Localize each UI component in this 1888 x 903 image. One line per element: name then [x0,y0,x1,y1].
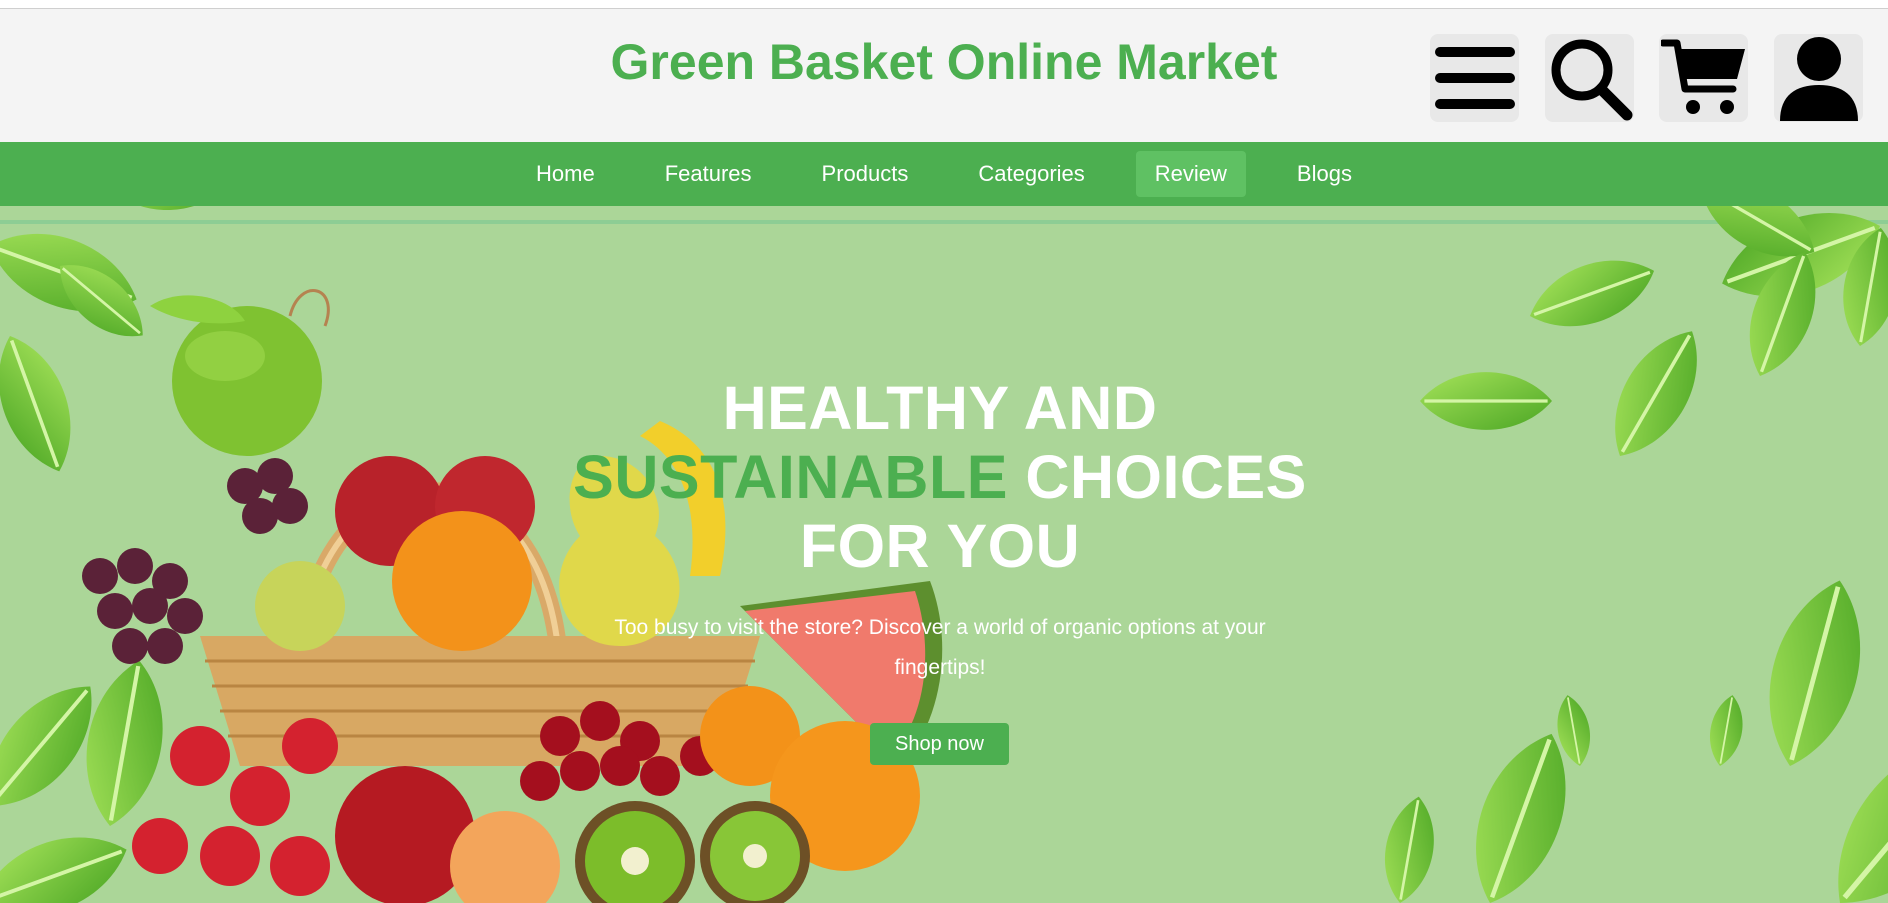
menu-button[interactable] [1430,34,1519,122]
hero-subtext: Too busy to visit the store? Discover a … [614,616,1266,679]
leaf-cluster-bottom-right [1375,570,1888,903]
search-button[interactable] [1545,34,1634,122]
hero-heading-line1: HEALTHY AND [722,374,1158,442]
green-apple-tag [150,289,330,456]
shop-now-button[interactable]: Shop now [870,723,1009,765]
hero-heading-line2: CHOICES [1007,443,1307,511]
cart-button[interactable] [1659,34,1748,122]
nav-products[interactable]: Products [803,151,928,197]
search-icon [1551,39,1632,121]
nav-categories[interactable]: Categories [959,151,1103,197]
user-button[interactable] [1774,34,1863,122]
hero-heading-line3: FOR YOU [799,512,1081,580]
menu-icon [1434,47,1515,109]
hero-section: HEALTHY AND SUSTAINABLE CHOICES FOR YOU … [0,206,1888,903]
nav-review[interactable]: Review [1135,151,1246,197]
nav-blogs[interactable]: Blogs [1278,151,1371,197]
hero-heading: HEALTHY AND SUSTAINABLE CHOICES FOR YOU [440,374,1440,581]
nav-features[interactable]: Features [646,151,771,197]
nav-home[interactable]: Home [517,151,614,197]
leaf-cluster-top-right [1418,206,1888,474]
cart-icon [1660,39,1745,114]
top-border [0,0,1888,9]
hero-heading-accent: SUSTAINABLE [573,443,1008,511]
user-icon [1779,37,1858,121]
site-header: Green Basket Online Market [0,9,1888,142]
main-nav: Home Features Products Categories Review… [0,142,1888,206]
